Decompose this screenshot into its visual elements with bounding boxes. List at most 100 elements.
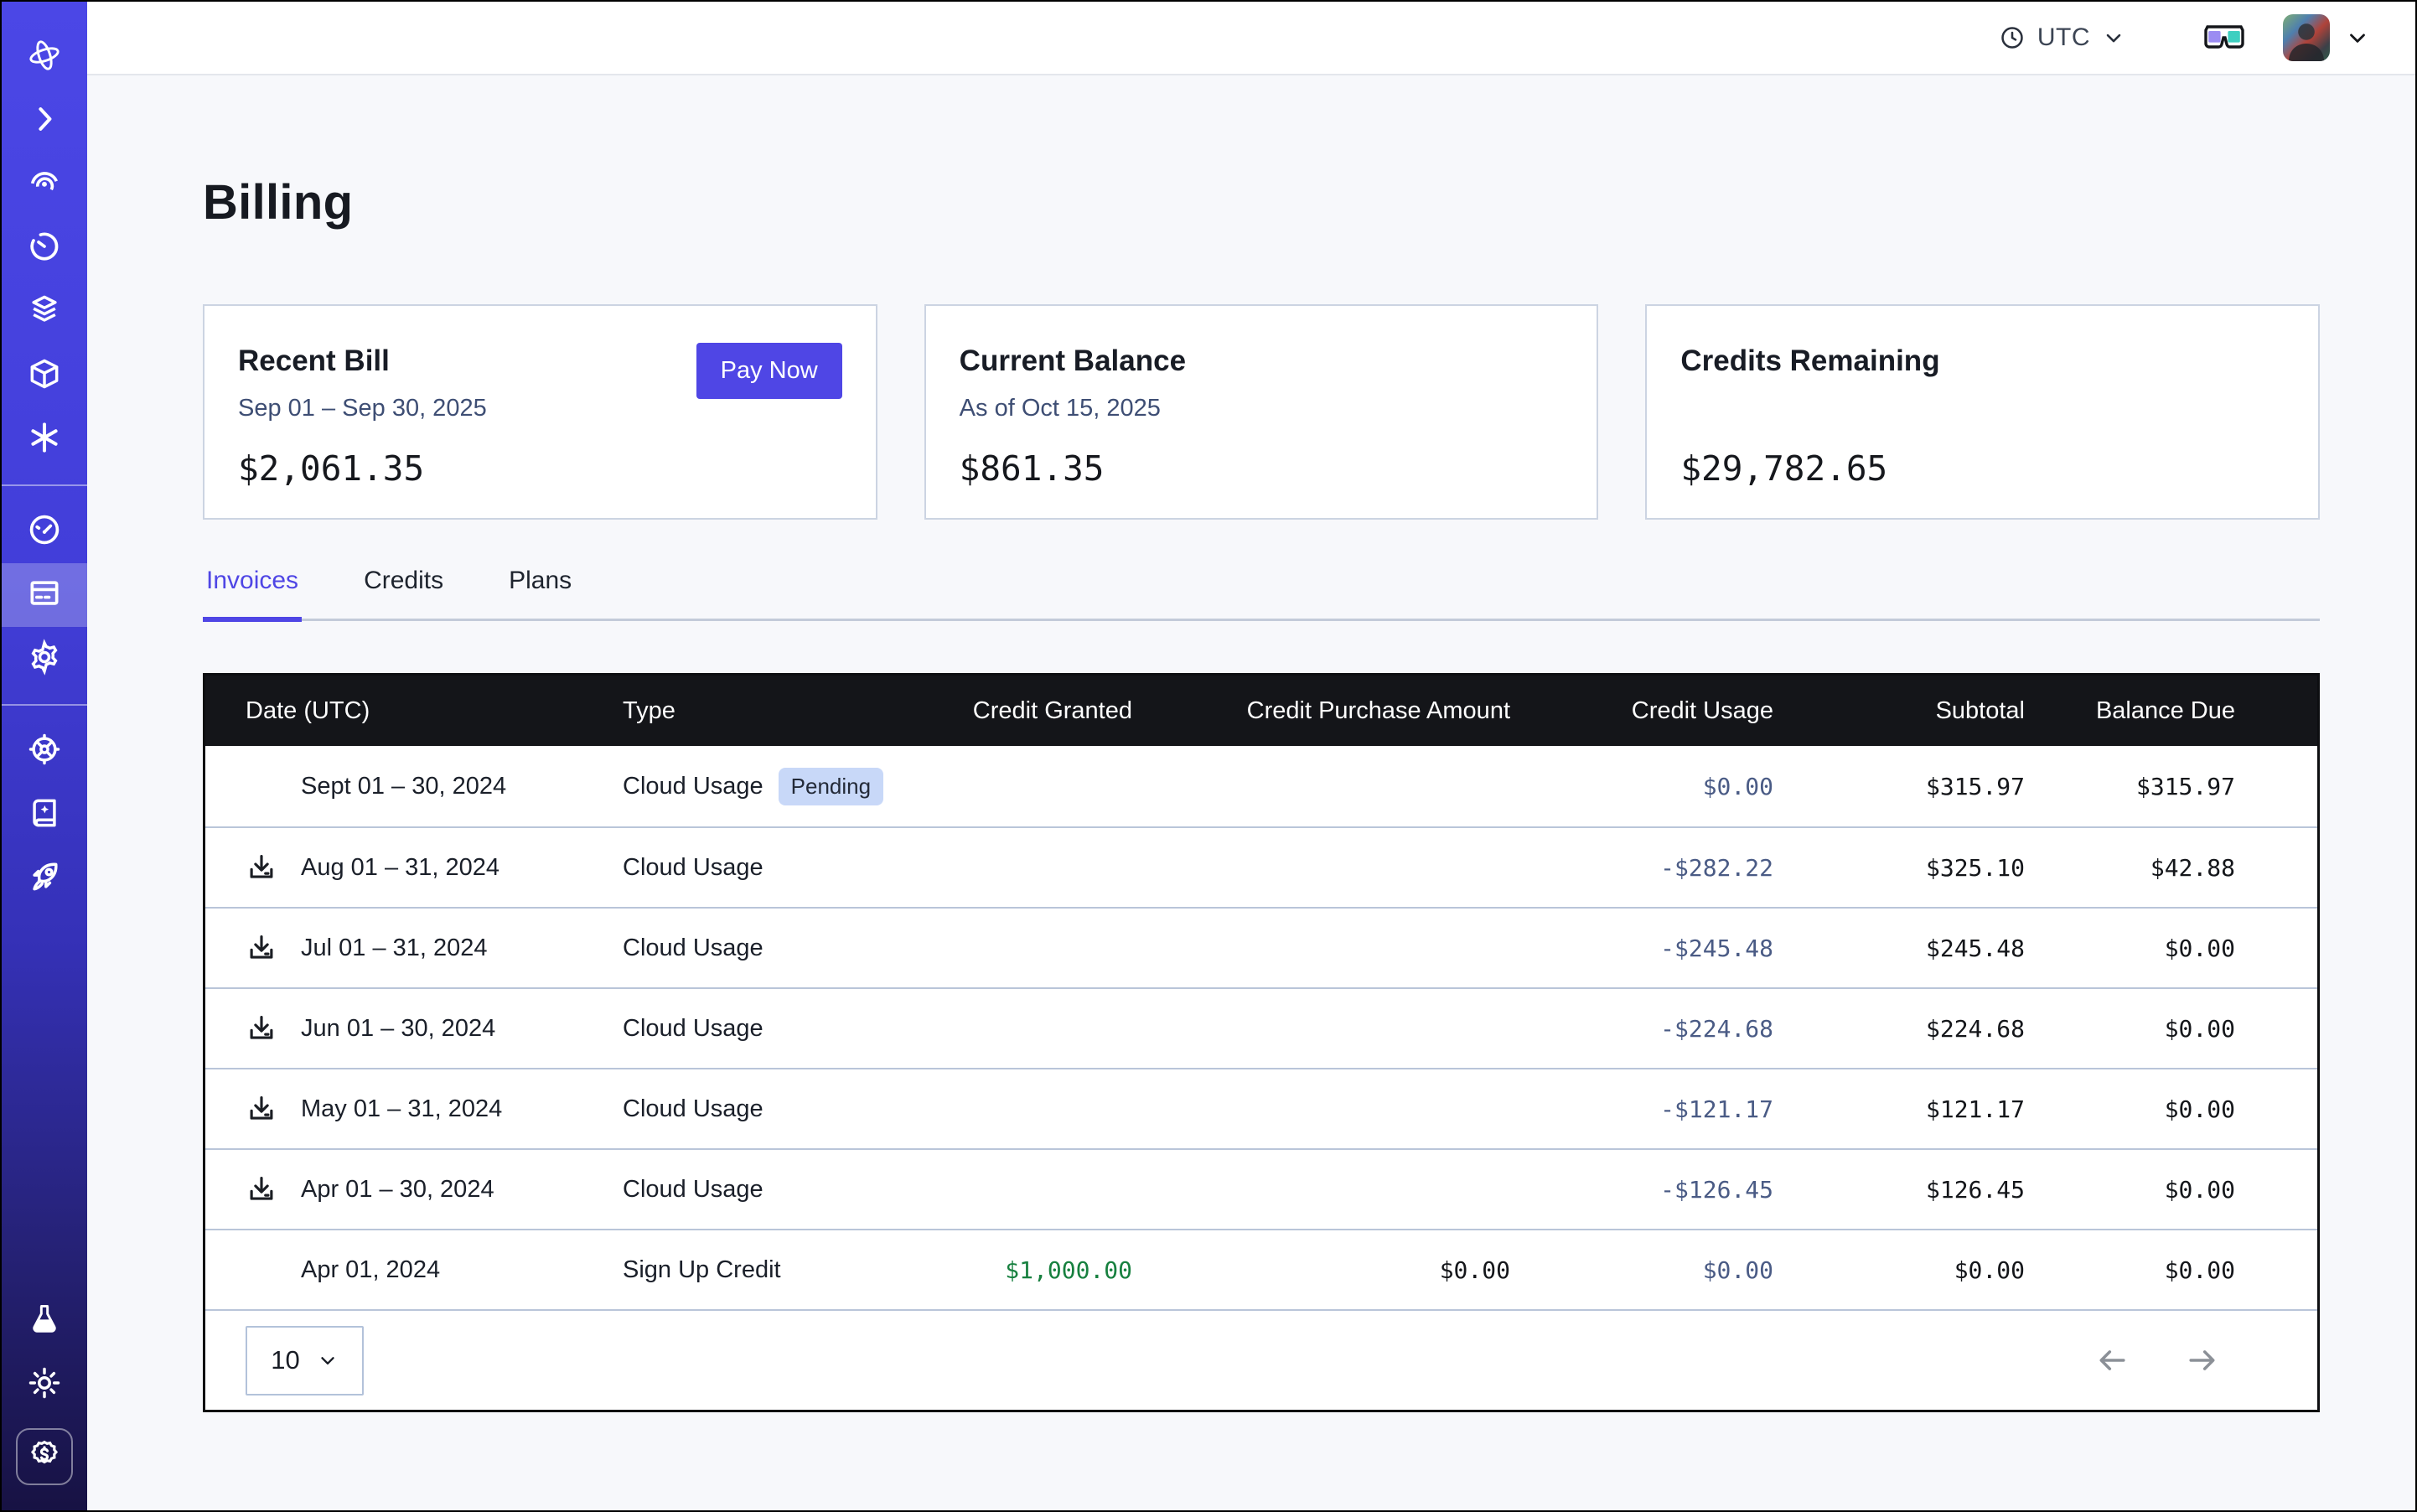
orbit-logo-icon — [26, 37, 63, 78]
tab-credits[interactable]: Credits — [360, 567, 447, 619]
sidebar-item-usage[interactable] — [2, 500, 87, 563]
invoice-type: Cloud Usage — [623, 1176, 763, 1204]
timezone-selector[interactable]: UTC — [1999, 23, 2125, 52]
invoice-row: Sept 01 – 30, 2024 Cloud Usage Pending $… — [205, 746, 2317, 826]
column-header-date: Date (UTC) — [246, 697, 623, 725]
sidebar-item-credits[interactable] — [16, 1428, 73, 1485]
clock-icon — [1999, 24, 2026, 51]
sidebar-item-asterisk[interactable] — [2, 407, 87, 471]
credit-usage-value: $0.00 — [1510, 1256, 1773, 1284]
invoice-row: Jun 01 – 30, 2024 Cloud Usage -$224.68 $… — [205, 987, 2317, 1068]
layers-icon — [26, 292, 63, 333]
sidebar — [2, 2, 87, 1510]
invoice-row: Aug 01 – 31, 2024 Cloud Usage -$282.22 $… — [205, 826, 2317, 907]
table-body: Sept 01 – 30, 2024 Cloud Usage Pending $… — [205, 746, 2317, 1309]
card-amount: $861.35 — [960, 448, 1564, 489]
next-page-button[interactable] — [2183, 1342, 2220, 1379]
invoice-date-cell: May 01 – 31, 2024 — [246, 1093, 623, 1125]
user-menu-chevron[interactable] — [2345, 25, 2370, 50]
page-size-select[interactable]: 10 — [246, 1326, 364, 1395]
balance-due-value: $0.00 — [2025, 1015, 2235, 1043]
subtotal-value: $315.97 — [1773, 773, 2025, 800]
timezone-label: UTC — [2037, 23, 2090, 52]
previous-page-button[interactable] — [2094, 1342, 2131, 1379]
subtotal-value: $325.10 — [1773, 854, 2025, 882]
card-subtitle: Sep 01 – Sep 30, 2025 — [238, 395, 842, 425]
sidebar-item-rocket[interactable] — [2, 847, 87, 910]
download-invoice-button[interactable] — [246, 1012, 301, 1044]
balance-due-value: $0.00 — [2025, 1176, 2235, 1204]
card-title: Credits Remaining — [1680, 344, 2285, 378]
credits-remaining-card: Credits Remaining $29,782.65 — [1645, 304, 2320, 520]
card-subtitle: As of Oct 15, 2025 — [960, 395, 1564, 425]
page-size-value: 10 — [271, 1345, 299, 1375]
invoice-date: Jun 01 – 30, 2024 — [301, 1015, 495, 1043]
dollar-badge-icon — [27, 1437, 62, 1477]
billing-tabs: Invoices Credits Plans — [203, 567, 2320, 621]
billing-icon — [26, 575, 63, 616]
card-amount: $2,061.35 — [238, 448, 842, 489]
current-balance-card: Current Balance As of Oct 15, 2025 $861.… — [924, 304, 1599, 520]
invoice-date-cell: Aug 01 – 31, 2024 — [246, 852, 623, 883]
app-logo[interactable] — [2, 25, 87, 89]
balance-due-value: $0.00 — [2025, 935, 2235, 962]
invoice-date: Aug 01 – 31, 2024 — [301, 854, 499, 882]
credit-granted-value: $1,000.00 — [965, 1256, 1132, 1284]
invoice-date: Jul 01 – 31, 2024 — [301, 935, 488, 962]
download-invoice-button — [246, 770, 301, 802]
invoice-date: May 01 – 31, 2024 — [301, 1095, 502, 1123]
sidebar-item-cube[interactable] — [2, 344, 87, 407]
invoice-type-cell: Cloud Usage — [623, 1176, 965, 1204]
observe-icon — [26, 164, 63, 205]
sidebar-item-observe[interactable] — [2, 153, 87, 216]
invoice-type-cell: Cloud Usage — [623, 1095, 965, 1123]
invoice-type: Cloud Usage — [623, 773, 763, 800]
invoice-date: Apr 01, 2024 — [301, 1256, 440, 1284]
sidebar-item-layers[interactable] — [2, 280, 87, 344]
balance-due-value: $0.00 — [2025, 1095, 2235, 1123]
tab-plans[interactable]: Plans — [505, 567, 575, 619]
sidebar-item-docs[interactable] — [2, 783, 87, 847]
rocket-icon — [26, 858, 63, 899]
gauge-icon — [26, 511, 63, 552]
user-avatar[interactable] — [2283, 14, 2330, 61]
sidebar-expand[interactable] — [2, 89, 87, 153]
column-header-credit-purchase: Credit Purchase Amount — [1132, 697, 1510, 725]
download-invoice-button[interactable] — [246, 932, 301, 964]
sidebar-item-billing[interactable] — [2, 563, 87, 627]
sidebar-item-timer[interactable] — [2, 216, 87, 280]
invoice-type: Cloud Usage — [623, 1015, 763, 1043]
invoice-date-cell: Apr 01, 2024 — [246, 1254, 623, 1286]
sidebar-item-theme[interactable] — [2, 1353, 87, 1416]
tab-invoices[interactable]: Invoices — [203, 567, 302, 622]
download-invoice-button[interactable] — [246, 1173, 301, 1205]
invoice-type-cell: Cloud Usage — [623, 854, 965, 882]
credit-usage-value: -$126.45 — [1510, 1176, 1773, 1204]
pay-now-button[interactable]: Pay Now — [696, 343, 842, 399]
sidebar-item-settings[interactable] — [2, 627, 87, 691]
chevron-down-icon — [2102, 26, 2125, 49]
subtotal-value: $245.48 — [1773, 935, 2025, 962]
invoice-date: Sept 01 – 30, 2024 — [301, 773, 506, 800]
invoice-type-cell: Cloud Usage — [623, 1015, 965, 1043]
invoice-date-cell: Sept 01 – 30, 2024 — [246, 770, 623, 802]
invoice-type-cell: Sign Up Credit — [623, 1256, 965, 1284]
sidebar-divider — [2, 704, 87, 706]
helm-icon — [26, 731, 63, 772]
sidebar-item-labs[interactable] — [2, 1289, 87, 1353]
credit-usage-value: -$121.17 — [1510, 1095, 1773, 1123]
credit-usage-value: $0.00 — [1510, 773, 1773, 800]
main-area: UTC — [87, 2, 2415, 1510]
download-invoice-button[interactable] — [246, 852, 301, 883]
column-header-subtotal: Subtotal — [1773, 697, 2025, 725]
download-invoice-button[interactable] — [246, 1093, 301, 1125]
gear-icon — [26, 639, 63, 680]
sidebar-item-helm[interactable] — [2, 719, 87, 783]
card-title: Current Balance — [960, 344, 1564, 378]
3d-glasses-toggle[interactable] — [2202, 23, 2246, 53]
card-subtitle — [1680, 395, 2285, 425]
card-amount: $29,782.65 — [1680, 448, 2285, 489]
cube-icon — [26, 355, 63, 396]
subtotal-value: $224.68 — [1773, 1015, 2025, 1043]
balance-due-value: $315.97 — [2025, 773, 2235, 800]
